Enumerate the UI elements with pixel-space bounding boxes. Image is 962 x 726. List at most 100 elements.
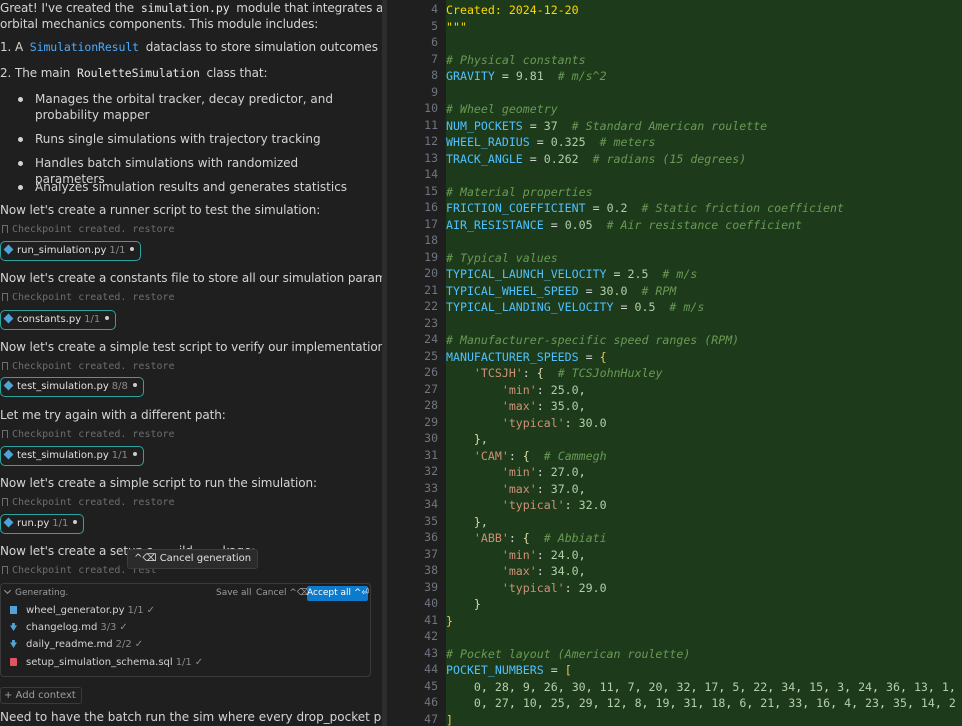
python-file-icon (3, 244, 14, 255)
generating-header[interactable]: Generating. (3, 586, 68, 598)
code-line[interactable]: 0, 28, 9, 26, 30, 11, 7, 20, 32, 17, 5, … (446, 679, 956, 696)
code-token: , (578, 382, 586, 397)
code-line[interactable]: }, (446, 431, 488, 448)
code-token: 23 (865, 696, 880, 710)
code-line[interactable]: TYPICAL_LAUNCH_VELOCITY = 2.5 # m/s (446, 266, 697, 283)
code-line[interactable]: 'typical': 30.0 (446, 415, 607, 432)
code-line[interactable]: FRICTION_COEFFICIENT = 0.2 # Static fric… (446, 200, 844, 217)
code-line[interactable]: }, (446, 514, 488, 531)
checkpoint-restore[interactable]: Checkpoint created. restore (2, 429, 175, 440)
checkpoint-restore[interactable]: Checkpoint created. restore (2, 224, 175, 235)
code-token: , (564, 696, 579, 710)
code-token: 'typical' (501, 415, 565, 430)
line-number: 10 (424, 101, 438, 115)
code-line[interactable]: MANUFACTURER_SPEEDS = { (446, 349, 607, 366)
file-chip-test-simulation[interactable]: test_simulation.py 8/8 (0, 377, 144, 397)
code-token: 2.5 (627, 267, 649, 281)
code-token: 9 (522, 679, 530, 694)
code-line[interactable]: # Manufacturer-specific speed ranges (RP… (446, 332, 739, 349)
code-token: 16 (816, 696, 831, 710)
generated-file-item[interactable]: wheel_generator.py 1/1 ✓ (10, 605, 155, 616)
code-line[interactable]: # Physical constants (446, 52, 586, 69)
bullet-dot (18, 137, 23, 142)
file-chip-run-simulation[interactable]: run_simulation.py 1/1 (0, 241, 142, 261)
code-line[interactable]: 0, 27, 10, 25, 29, 12, 8, 19, 31, 18, 6,… (446, 695, 956, 712)
code-line[interactable]: } (446, 596, 481, 613)
code-token: , (844, 679, 859, 694)
code-line[interactable]: Created: 2024-12-20 (446, 2, 579, 19)
simulation-result-link[interactable]: SimulationResult (27, 40, 142, 54)
file-chip-test-simulation-2[interactable]: test_simulation.py 1/1 (0, 446, 144, 466)
code-editor[interactable]: 4 5 6 7 8 9 10 11 12 13 14 15 16 17 18 19 20 21 22 23 24 25 26… (387, 0, 962, 726)
code-line[interactable]: TYPICAL_LANDING_VELOCITY = 0.5 # m/s (446, 299, 704, 316)
status-dot-icon (105, 316, 110, 320)
chat-input[interactable]: Need to have the batch run the sim where… (0, 710, 382, 724)
python-file-icon (3, 380, 14, 391)
code-line[interactable]: TYPICAL_WHEEL_SPEED = 30.0 # RPM (446, 283, 676, 300)
code-token: 24.0 (550, 547, 579, 562)
cancel-generation-tooltip: ^⌫ Cancel generation (127, 549, 259, 569)
generated-file-item[interactable]: daily_readme.md 2/2 ✓ (10, 639, 143, 650)
code-line[interactable]: GRAVITY = 9.81 # m/s^2 (446, 68, 607, 85)
code-line[interactable]: 'min': 25.0, (446, 382, 586, 399)
code-token: 35.0 (550, 399, 579, 413)
code-line[interactable]: 'min': 24.0, (446, 547, 586, 564)
code-line[interactable]: # Material properties (446, 184, 593, 201)
code-line[interactable]: POCKET_NUMBERS = [ (446, 662, 572, 679)
file-chip-run[interactable]: run.py 1/1 (0, 514, 85, 534)
code-line[interactable]: } (446, 613, 453, 630)
code-line[interactable]: ] (446, 712, 453, 726)
code-token: } (446, 613, 453, 628)
code-line[interactable]: 'max': 35.0, (446, 398, 586, 415)
code-token: # Air resistance coefficient (606, 217, 803, 232)
checkpoint-restore[interactable]: Checkpoint created. restore (2, 361, 175, 372)
accept-all-button[interactable]: Accept all ^⏎ (307, 586, 369, 601)
code-line[interactable]: 'CAM': { # Cammegh (446, 448, 607, 465)
code-line[interactable]: 'typical': 29.0 (446, 580, 607, 597)
line-number: 47 (424, 711, 438, 726)
code-line[interactable]: # Pocket layout (American roulette) (446, 646, 690, 663)
code-token: 7 (627, 679, 635, 694)
file-chip-constants[interactable]: constants.py 1/1 (0, 310, 117, 330)
cancel-all-button[interactable]: Cancel ^⌫ (256, 588, 310, 598)
code-line[interactable]: """ (446, 19, 467, 36)
line-number: 16 (424, 200, 438, 214)
code-token: 17 (704, 679, 719, 694)
code-line[interactable]: 'max': 37.0, (446, 481, 586, 498)
generated-file-item[interactable]: setup_simulation_schema.sql 1/1 ✓ (10, 657, 203, 668)
code-token: , (934, 696, 949, 710)
code-token: # TCSJohnHuxley (557, 366, 663, 380)
code-line[interactable]: AIR_RESISTANCE = 0.05 # Air resistance c… (446, 217, 802, 234)
code-line[interactable]: WHEEL_RADIUS = 0.325 # meters (446, 134, 655, 151)
code-line[interactable]: 'min': 27.0, (446, 464, 586, 481)
code-area[interactable]: Created: 2024-12-20 """ # Physical constan… (446, 0, 962, 726)
code-token: # Static friction coefficient (641, 201, 844, 215)
code-line[interactable]: 'typical': 32.0 (446, 497, 607, 514)
generated-file-item[interactable]: changelog.md 3/3 ✓ (10, 622, 128, 633)
status-dot-icon (132, 383, 137, 387)
code-token: 32.0 (578, 498, 607, 512)
code-line[interactable]: # Wheel geometry (446, 101, 558, 118)
code-line[interactable]: 'max': 34.0, (446, 563, 586, 580)
code-token: # Manufacturer-specific speed ranges (RP… (446, 333, 740, 347)
code-token: : (564, 415, 579, 430)
code-line[interactable]: # Typical values (446, 250, 558, 267)
python-file-icon (10, 606, 17, 614)
code-line[interactable]: 'TCSJH': { # TCSJohnHuxley (446, 365, 663, 382)
code-line[interactable]: TRACK_ANGLE = 0.262 # radians (15 degree… (446, 151, 746, 168)
code-token: , (529, 679, 544, 694)
code-line[interactable]: NUM_POCKETS = 37 # Standard American rou… (446, 118, 767, 135)
add-context-button[interactable]: + Add context (0, 687, 82, 704)
checkpoint-restore[interactable]: Checkpoint created. restore (2, 292, 175, 303)
checkpoint-restore[interactable]: Checkpoint created. restore (2, 497, 175, 508)
save-all-button[interactable]: Save all (216, 588, 251, 598)
code-token: 30.0 (578, 415, 607, 430)
code-line[interactable]: 'ABB': { # Abbiati (446, 530, 607, 547)
line-number: 41 (424, 612, 438, 627)
line-number: 40 (424, 596, 438, 610)
